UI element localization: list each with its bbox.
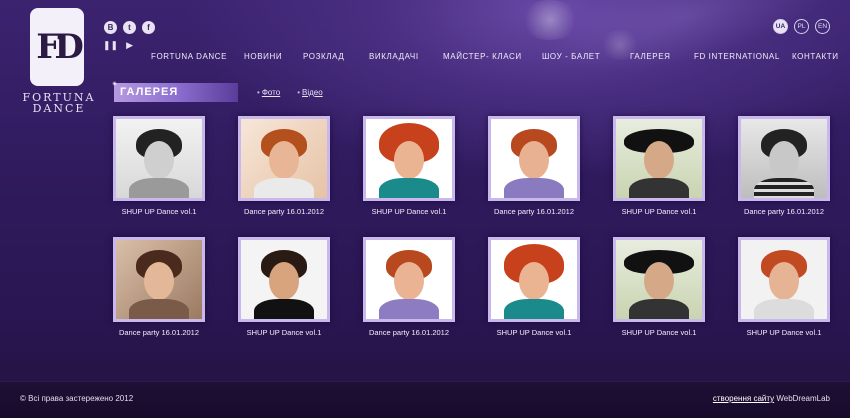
gallery-thumbnail[interactable] [613, 237, 705, 322]
gallery-thumbnail[interactable] [488, 116, 580, 201]
gallery-item[interactable]: SHUP UP Dance vol.1 [363, 116, 455, 216]
gallery-caption: SHUP UP Dance vol.1 [621, 328, 697, 337]
gallery-item[interactable]: SHUP UP Dance vol.1 [488, 237, 580, 337]
gallery-caption: Dance party 16.01.2012 [493, 207, 575, 216]
facebook-icon[interactable]: f [142, 21, 155, 34]
nav-contacts[interactable]: КОНТАКТИ [792, 52, 839, 61]
gallery-item[interactable]: Dance party 16.01.2012 [488, 116, 580, 216]
gallery-thumbnail[interactable] [113, 116, 205, 201]
lang-ua[interactable]: UA [773, 19, 788, 34]
gallery-thumbnail[interactable] [238, 237, 330, 322]
gallery-caption: SHUP UP Dance vol.1 [121, 207, 197, 216]
pause-icon[interactable]: ❚❚ [103, 40, 118, 51]
nav-teachers[interactable]: ВИКЛАДАЧІ [369, 52, 419, 61]
twitter-icon[interactable]: t [123, 21, 136, 34]
developer-credit: створення сайту WebDreamLab [713, 394, 830, 403]
main-nav: FORTUNA DANCE НОВИНИ РОЗКЛАД ВИКЛАДАЧІ М… [151, 52, 838, 62]
developer-name: WebDreamLab [776, 394, 830, 403]
copyright-text: © Всі права застережено 2012 [20, 394, 134, 403]
gallery-caption: Dance party 16.01.2012 [118, 328, 200, 337]
gallery-thumbnail[interactable] [113, 237, 205, 322]
gallery-caption: Dance party 16.01.2012 [368, 328, 450, 337]
social-links: B t f [104, 21, 155, 34]
gallery-item[interactable]: Dance party 16.01.2012 [738, 116, 830, 216]
gallery-caption: SHUP UP Dance vol.1 [371, 207, 447, 216]
gallery-thumbnail[interactable] [738, 116, 830, 201]
gallery-thumbnail[interactable] [363, 237, 455, 322]
vk-icon[interactable]: B [104, 21, 117, 34]
gallery-caption: Dance party 16.01.2012 [743, 207, 825, 216]
nav-fortuna-dance[interactable]: FORTUNA DANCE [151, 52, 227, 61]
gallery-item[interactable]: SHUP UP Dance vol.1 [613, 237, 705, 337]
gallery-thumbnail[interactable] [238, 116, 330, 201]
nav-show-ballet[interactable]: ШОУ - БАЛЕТ [542, 52, 600, 61]
lang-pl[interactable]: PL [794, 19, 809, 34]
gallery-thumbnail[interactable] [488, 237, 580, 322]
gallery-caption: Dance party 16.01.2012 [243, 207, 325, 216]
photo-link[interactable]: Фото [262, 88, 280, 97]
language-switcher: UA PL EN [773, 19, 830, 34]
nav-fd-international[interactable]: FD INTERNATIONAL [694, 52, 780, 61]
nav-gallery[interactable]: ГАЛЕРЕЯ [630, 52, 671, 61]
gallery-item[interactable]: Dance party 16.01.2012 [238, 116, 330, 216]
video-link[interactable]: Відео [302, 88, 323, 97]
gallery-caption: SHUP UP Dance vol.1 [746, 328, 822, 337]
gallery-item[interactable]: Dance party 16.01.2012 [363, 237, 455, 337]
nav-master-classes[interactable]: МАЙСТЕР- КЛАСИ [443, 52, 522, 61]
gallery-caption: SHUP UP Dance vol.1 [621, 207, 697, 216]
nav-news[interactable]: НОВИНИ [244, 52, 282, 61]
gallery-item[interactable]: SHUP UP Dance vol.1 [113, 116, 205, 216]
gallery-thumbnail[interactable] [613, 116, 705, 201]
footer: © Всі права застережено 2012 створення с… [0, 381, 850, 418]
play-icon[interactable]: ▶ [126, 40, 133, 51]
gallery-item[interactable]: Dance party 16.01.2012 [113, 237, 205, 337]
nav-schedule[interactable]: РОЗКЛАД [303, 52, 344, 61]
gallery-item[interactable]: SHUP UP Dance vol.1 [238, 237, 330, 337]
gallery-caption: SHUP UP Dance vol.1 [246, 328, 322, 337]
site-logo[interactable]: FD FORTUNA DANCE [22, 8, 96, 114]
gallery-caption: SHUP UP Dance vol.1 [496, 328, 572, 337]
gallery-thumbnail[interactable] [738, 237, 830, 322]
developer-link[interactable]: створення сайту [713, 394, 774, 403]
gallery-title: ГАЛЕРЕЯ [112, 81, 238, 102]
gallery-item[interactable]: SHUP UP Dance vol.1 [613, 116, 705, 216]
gallery-sub-links: • Фото • Відео [257, 88, 323, 97]
logo-mark: FD [30, 8, 84, 86]
music-player: ❚❚ ▶ [103, 40, 133, 51]
gallery-thumbnail[interactable] [363, 116, 455, 201]
lang-en[interactable]: EN [815, 19, 830, 34]
gallery-item[interactable]: SHUP UP Dance vol.1 [738, 237, 830, 337]
logo-text: FORTUNA DANCE [22, 91, 96, 115]
